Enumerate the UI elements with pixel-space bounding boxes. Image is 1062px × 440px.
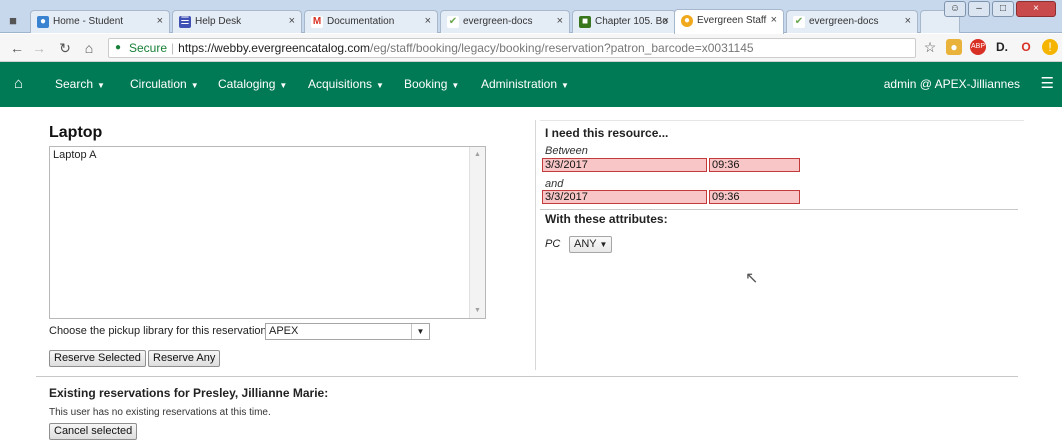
- cancel-selected-button[interactable]: Cancel selected: [49, 423, 138, 440]
- alert-icon[interactable]: !: [1042, 39, 1058, 55]
- browser-tab[interactable]: ☰ Help Desk ×: [172, 10, 302, 33]
- reload-icon[interactable]: ↻: [56, 39, 74, 57]
- page-title: Laptop: [49, 124, 103, 141]
- nav-menu-circulation[interactable]: Circulation ▼: [130, 77, 199, 91]
- close-tab-icon[interactable]: ×: [663, 11, 669, 32]
- tab-label: Help Desk: [195, 16, 242, 27]
- attribute-name: PC: [545, 238, 561, 250]
- user-icon[interactable]: ☺: [944, 1, 966, 17]
- close-tab-icon[interactable]: ×: [289, 11, 295, 32]
- scroll-up-icon[interactable]: ▲: [474, 151, 481, 158]
- tab-label: Evergreen Staff: [697, 15, 767, 26]
- tab-label: Documentation: [327, 16, 395, 27]
- lock-icon: ●: [115, 42, 122, 53]
- attribute-value: ANY: [574, 238, 597, 250]
- browser-tab[interactable]: M Documentation ×: [304, 10, 438, 33]
- app-navbar: ⌂ Search ▼ Circulation ▼ Cataloging ▼ Acqui…: [0, 62, 1062, 107]
- scrollbar[interactable]: ▲ ▼: [469, 147, 485, 318]
- close-window-icon[interactable]: ×: [1016, 1, 1056, 17]
- tab-favicon-icon: ●: [37, 16, 49, 28]
- book-icon: ■: [579, 16, 591, 28]
- tab-label: evergreen-docs: [809, 16, 879, 27]
- vertical-divider: [535, 120, 536, 370]
- nav-menu-acquisitions[interactable]: Acquisitions ▼: [308, 77, 384, 91]
- resource-list[interactable]: Laptop A ▲ ▼: [49, 146, 486, 319]
- evergreen-icon: ●: [681, 15, 693, 27]
- bookmark-star-icon[interactable]: ☆: [922, 39, 938, 55]
- browser-tab[interactable]: ● Home - Student ×: [30, 10, 170, 33]
- existing-reservations-heading: Existing reservations for Presley, Jilli…: [49, 386, 329, 400]
- caret-down-icon: ▼: [190, 81, 199, 90]
- nav-menu-administration[interactable]: Administration ▼: [481, 77, 569, 91]
- and-label: and: [545, 178, 564, 190]
- extension-icon[interactable]: ●: [946, 39, 962, 55]
- docs-icon: ✔: [447, 16, 459, 28]
- url-path: /eg/staff/booking/legacy/booking/reserva…: [370, 41, 754, 55]
- docs-icon: ✔: [793, 16, 805, 28]
- pickup-label: Choose the pickup library for this reser…: [49, 325, 270, 337]
- close-tab-icon[interactable]: ×: [557, 11, 563, 32]
- caret-down-icon: ▼: [599, 240, 608, 249]
- caret-down-icon: ▼: [279, 81, 288, 90]
- maximize-icon[interactable]: □: [992, 1, 1014, 17]
- adblock-icon[interactable]: ABP: [970, 39, 986, 55]
- pickup-library-select[interactable]: APEX ▼: [265, 323, 430, 340]
- forward-icon[interactable]: →: [30, 39, 48, 57]
- nav-menu-booking[interactable]: Booking ▼: [404, 77, 459, 91]
- window-controls: ☺ – □ ×: [944, 1, 1056, 19]
- extension-d-icon[interactable]: D.: [994, 39, 1010, 55]
- close-tab-icon[interactable]: ×: [905, 11, 911, 32]
- app-menu-icon[interactable]: ■: [4, 12, 22, 30]
- back-icon[interactable]: ←: [8, 39, 26, 57]
- home-icon[interactable]: ⌂: [14, 75, 23, 92]
- reserve-any-button[interactable]: Reserve Any: [148, 350, 221, 367]
- secure-label: Secure: [129, 41, 168, 55]
- browser-tab[interactable]: ✔ evergreen-docs ×: [786, 10, 918, 33]
- browser-tab-strip: ■ ● Home - Student × ☰ Help Desk × M Doc…: [0, 0, 1062, 34]
- attribute-select[interactable]: ANY ▼: [569, 236, 613, 253]
- close-tab-icon[interactable]: ×: [771, 10, 777, 31]
- hamburger-icon[interactable]: ☰: [1041, 74, 1054, 92]
- nav-menu-search[interactable]: Search ▼: [55, 77, 105, 91]
- horizontal-divider: [36, 376, 1018, 377]
- nav-menu-cataloging[interactable]: Cataloging ▼: [218, 77, 287, 91]
- address-bar: ← → ↻ ⌂ ● Secure | https://webby.evergreen…: [0, 34, 1062, 62]
- browser-tab[interactable]: ■ Chapter 105. Bo ×: [572, 10, 676, 33]
- reserve-selected-button[interactable]: Reserve Selected: [49, 350, 146, 367]
- mouse-cursor-icon: ↖: [745, 270, 759, 287]
- url-host: https://webby.evergreencatalog.com: [178, 41, 371, 55]
- attributes-heading: With these attributes:: [545, 212, 668, 226]
- start-time-input[interactable]: 09:36: [709, 158, 800, 172]
- caret-down-icon: ▼: [97, 81, 105, 90]
- scroll-down-icon[interactable]: ▼: [474, 307, 481, 314]
- between-label: Between: [545, 145, 588, 157]
- tab-label: Home - Student: [53, 16, 124, 27]
- caret-down-icon: ▼: [561, 81, 569, 90]
- tab-favicon-icon: ☰: [179, 16, 191, 28]
- close-tab-icon[interactable]: ×: [157, 11, 163, 32]
- caret-down-icon: ▼: [376, 81, 384, 90]
- list-item[interactable]: Laptop A: [53, 149, 482, 161]
- minimize-icon[interactable]: –: [968, 1, 990, 17]
- url-input[interactable]: ● Secure | https://webby.evergreencatalog.…: [108, 38, 916, 58]
- browser-tab[interactable]: ✔ evergreen-docs ×: [440, 10, 570, 33]
- end-date-input[interactable]: 3/3/2017: [542, 190, 707, 204]
- close-tab-icon[interactable]: ×: [425, 11, 431, 32]
- tab-label: evergreen-docs: [463, 16, 533, 27]
- caret-down-icon: ▼: [451, 81, 460, 90]
- need-heading: I need this resource...: [545, 126, 669, 140]
- pickup-library-value: APEX: [269, 325, 299, 337]
- section-divider: [540, 209, 1018, 210]
- tab-label: Chapter 105. Bo: [595, 16, 668, 27]
- gmail-icon: M: [311, 16, 323, 28]
- start-date-input[interactable]: 3/3/2017: [542, 158, 707, 172]
- user-menu[interactable]: admin @ APEX-Jilliannes: [884, 77, 1020, 91]
- chevron-down-icon[interactable]: ▼: [411, 324, 429, 339]
- home-icon[interactable]: ⌂: [80, 39, 98, 57]
- top-divider: [540, 120, 1024, 121]
- opera-icon[interactable]: O: [1018, 39, 1034, 55]
- end-time-input[interactable]: 09:36: [709, 190, 800, 204]
- no-reservations-message: This user has no existing reservations a…: [49, 407, 271, 418]
- browser-tab-active[interactable]: ● Evergreen Staff ×: [674, 9, 784, 34]
